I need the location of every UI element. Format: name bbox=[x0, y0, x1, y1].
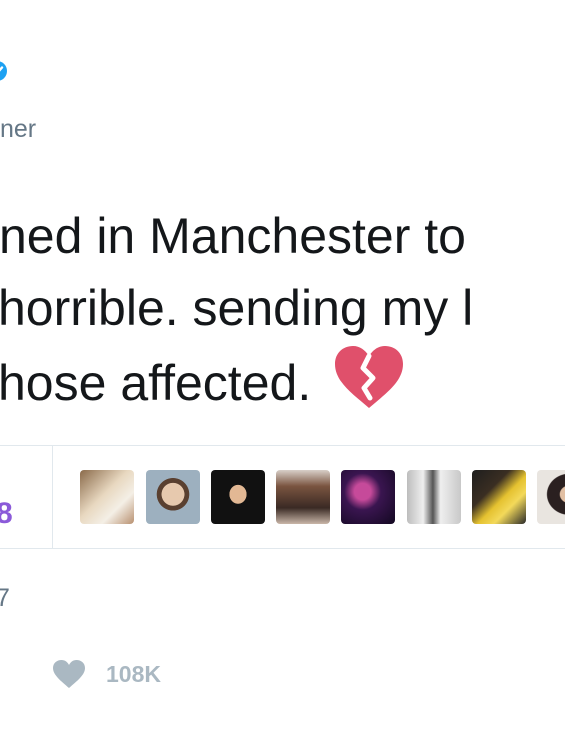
stats-divider-top bbox=[0, 445, 565, 446]
broken-heart-emoji-icon bbox=[335, 346, 404, 408]
liker-avatar-4[interactable] bbox=[276, 470, 330, 524]
liker-avatar-5[interactable] bbox=[341, 470, 395, 524]
tweet-date[interactable]: 7 bbox=[0, 584, 10, 613]
liker-avatar-2[interactable] bbox=[146, 470, 200, 524]
tweet-text: ned in Manchester to horrible. sending m… bbox=[0, 200, 473, 419]
like-action-button[interactable]: 108K bbox=[52, 656, 161, 692]
verified-badge-icon bbox=[0, 61, 7, 81]
liker-avatar-6[interactable] bbox=[407, 470, 461, 524]
tweet-text-line: horrible. sending my l bbox=[0, 280, 474, 336]
liker-avatar-7[interactable] bbox=[472, 470, 526, 524]
like-count: 108K bbox=[106, 660, 161, 687]
liker-avatar-1[interactable] bbox=[80, 470, 134, 524]
heart-icon bbox=[53, 660, 85, 688]
liker-avatar-3[interactable] bbox=[211, 470, 265, 524]
tweet-text-line: hose affected. bbox=[0, 355, 312, 411]
liker-avatar-8[interactable] bbox=[537, 470, 565, 524]
tweet-card: ner ned in Manchester to horrible. sendi… bbox=[0, 0, 565, 754]
user-handle[interactable]: ner bbox=[0, 115, 36, 144]
likes-stat-count[interactable]: 8 bbox=[0, 497, 13, 531]
stats-divider-bottom bbox=[0, 548, 565, 549]
tweet-text-line: ned in Manchester to bbox=[0, 208, 466, 264]
stats-separator bbox=[52, 446, 53, 548]
tweet-text-line-last: hose affected. bbox=[0, 344, 473, 419]
liked-by-avatars bbox=[80, 470, 565, 524]
